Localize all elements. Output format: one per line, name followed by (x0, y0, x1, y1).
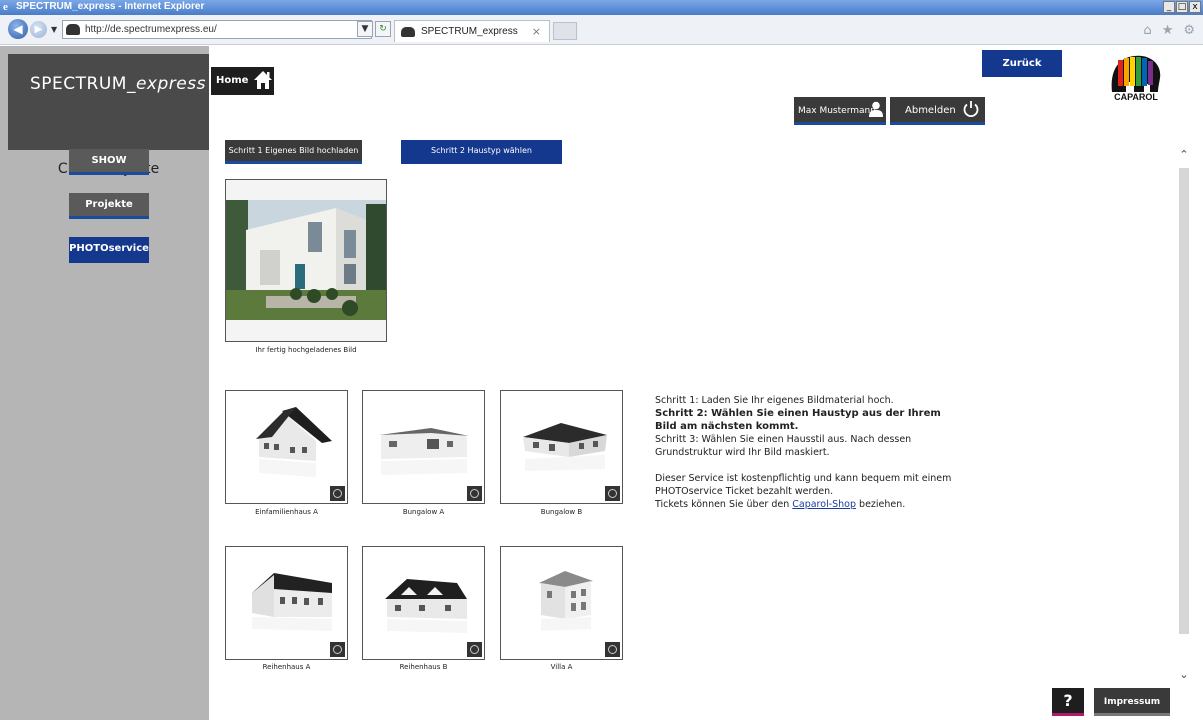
zoom-icon[interactable] (605, 642, 620, 657)
tab-favicon-icon (401, 27, 415, 37)
logout-label: Abmelden (905, 105, 956, 116)
scrollbar[interactable]: ⌃ ⌄ (1176, 148, 1192, 688)
house-tile-bungalow-b[interactable] (500, 390, 623, 504)
scroll-up-icon[interactable]: ⌃ (1176, 148, 1192, 164)
user-name: Max Mustermann (798, 106, 876, 116)
home-button[interactable]: Home (211, 67, 274, 95)
close-window-button[interactable]: x (1189, 1, 1201, 13)
brand-logo: SPECTRUM_express (8, 54, 209, 150)
house-label: Einfamilienhaus A (255, 508, 318, 516)
step1-button[interactable]: Schritt 1 Eigenes Bild hochladen (225, 140, 362, 164)
house-icon (254, 71, 272, 89)
reihenhaus-b-icon (385, 579, 467, 633)
refresh-icon[interactable]: ↻ (375, 21, 391, 37)
address-bar[interactable]: http://de.spectrumexpress.eu/ (62, 20, 372, 39)
site-favicon-icon (66, 24, 80, 35)
house-tile-bungalow-a[interactable] (362, 390, 485, 504)
user-icon (869, 101, 883, 117)
instruction-step2: Schritt 2: Wählen Sie einen Haustyp aus … (655, 408, 941, 432)
bungalow-a-icon (379, 428, 469, 475)
internet-explorer-icon: e (3, 1, 8, 13)
sidebar-item-projekte[interactable]: Projekte (69, 193, 149, 219)
house-label: Reihenhaus B (399, 663, 448, 671)
caparol-shop-link[interactable]: Caparol-Shop (792, 499, 856, 510)
new-tab-button[interactable] (553, 22, 577, 40)
zoom-icon[interactable] (330, 642, 345, 657)
help-button[interactable]: ? (1052, 688, 1084, 716)
favorites-star-icon[interactable]: ★ (1162, 23, 1174, 38)
scroll-thumb[interactable] (1179, 168, 1189, 634)
zoom-icon[interactable] (467, 486, 482, 501)
logo-text: CAPAROL (1114, 92, 1158, 102)
house-label: Bungalow A (402, 508, 445, 516)
tab-title: SPECTRUM_express (421, 26, 518, 37)
browser-navbar: ◀ ▶ ▼ http://de.spectrumexpress.eu/ ▼ ↻ … (0, 15, 1203, 45)
home-icon[interactable]: ⌂ (1143, 23, 1151, 38)
user-button[interactable]: Max Mustermann (794, 97, 886, 125)
window-title: SPECTRUM_express - Internet Explorer (16, 1, 205, 12)
brand-suffix: express (135, 74, 206, 94)
einfamilienhaus-icon (256, 407, 332, 477)
tickets-prefix: Tickets können Sie über den (655, 499, 793, 510)
uploaded-image-caption: Ihr fertig hochgeladenes Bild (255, 346, 357, 354)
sidebar: SPECTRUM_express Cloud Projekte SHOW Pro… (0, 46, 209, 720)
house-label: Villa A (550, 663, 573, 671)
zoom-icon[interactable] (605, 486, 620, 501)
address-url[interactable]: http://de.spectrumexpress.eu/ (85, 24, 217, 35)
uploaded-house-photo (226, 180, 386, 341)
sidebar-item-show[interactable]: SHOW (69, 149, 149, 175)
house-tile-villa-a[interactable] (500, 546, 623, 660)
tickets-note: Tickets können Sie über den Caparol-Shop… (655, 498, 955, 511)
minimize-button[interactable]: _ (1163, 1, 1175, 13)
gear-icon[interactable]: ⚙ (1183, 23, 1195, 38)
uploaded-image[interactable] (225, 179, 387, 342)
window-titlebar: e SPECTRUM_express - Internet Explorer _… (0, 0, 1203, 15)
house-label: Reihenhaus A (262, 663, 311, 671)
home-label: Home (216, 75, 249, 86)
back-button[interactable]: Zurück (982, 50, 1062, 77)
instructions: Schritt 1: Laden Sie Ihr eigenes Bildmat… (655, 394, 955, 511)
browser-tool-icons: ⌂ ★ ⚙ (1143, 23, 1195, 38)
house-tile-einfamilienhaus-a[interactable] (225, 390, 348, 504)
tab-close-icon[interactable]: × (532, 25, 541, 38)
tickets-suffix: beziehen. (856, 499, 906, 510)
browser-tab[interactable]: SPECTRUM_express × (394, 20, 550, 42)
address-dropdown-icon[interactable]: ▼ (357, 21, 373, 37)
maximize-button[interactable]: □ (1176, 1, 1188, 13)
villa-a-icon (539, 571, 593, 631)
instruction-step1: Schritt 1: Laden Sie Ihr eigenes Bildmat… (655, 395, 894, 406)
history-dropdown-icon[interactable]: ▼ (51, 25, 59, 34)
service-note: Dieser Service ist kostenpflichtig und k… (655, 473, 952, 497)
caparol-elephant-icon (1111, 55, 1161, 92)
instruction-step3: Schritt 3: Wählen Sie einen Hausstil aus… (655, 434, 912, 458)
impressum-button[interactable]: Impressum (1094, 688, 1170, 716)
bungalow-b-icon (523, 423, 607, 471)
caparol-logo: CAPAROL (1106, 52, 1166, 116)
sidebar-item-photoservice[interactable]: PHOTOservice (69, 237, 149, 263)
back-arrow-icon[interactable]: ◀ (8, 19, 28, 39)
power-icon (963, 101, 979, 118)
brand-prefix: SPECTRUM_ (30, 74, 136, 94)
house-tile-reihenhaus-b[interactable] (362, 546, 485, 660)
logout-button[interactable]: Abmelden (890, 97, 985, 125)
house-label: Bungalow B (540, 508, 583, 516)
zoom-icon[interactable] (330, 486, 345, 501)
zoom-icon[interactable] (467, 642, 482, 657)
window-controls: _ □ x (1163, 1, 1201, 13)
house-tile-reihenhaus-a[interactable] (225, 546, 348, 660)
scroll-down-icon[interactable]: ⌄ (1176, 668, 1192, 684)
forward-arrow-icon[interactable]: ▶ (30, 21, 47, 38)
reihenhaus-a-icon (252, 573, 332, 631)
step2-button[interactable]: Schritt 2 Haustyp wählen (401, 140, 562, 164)
